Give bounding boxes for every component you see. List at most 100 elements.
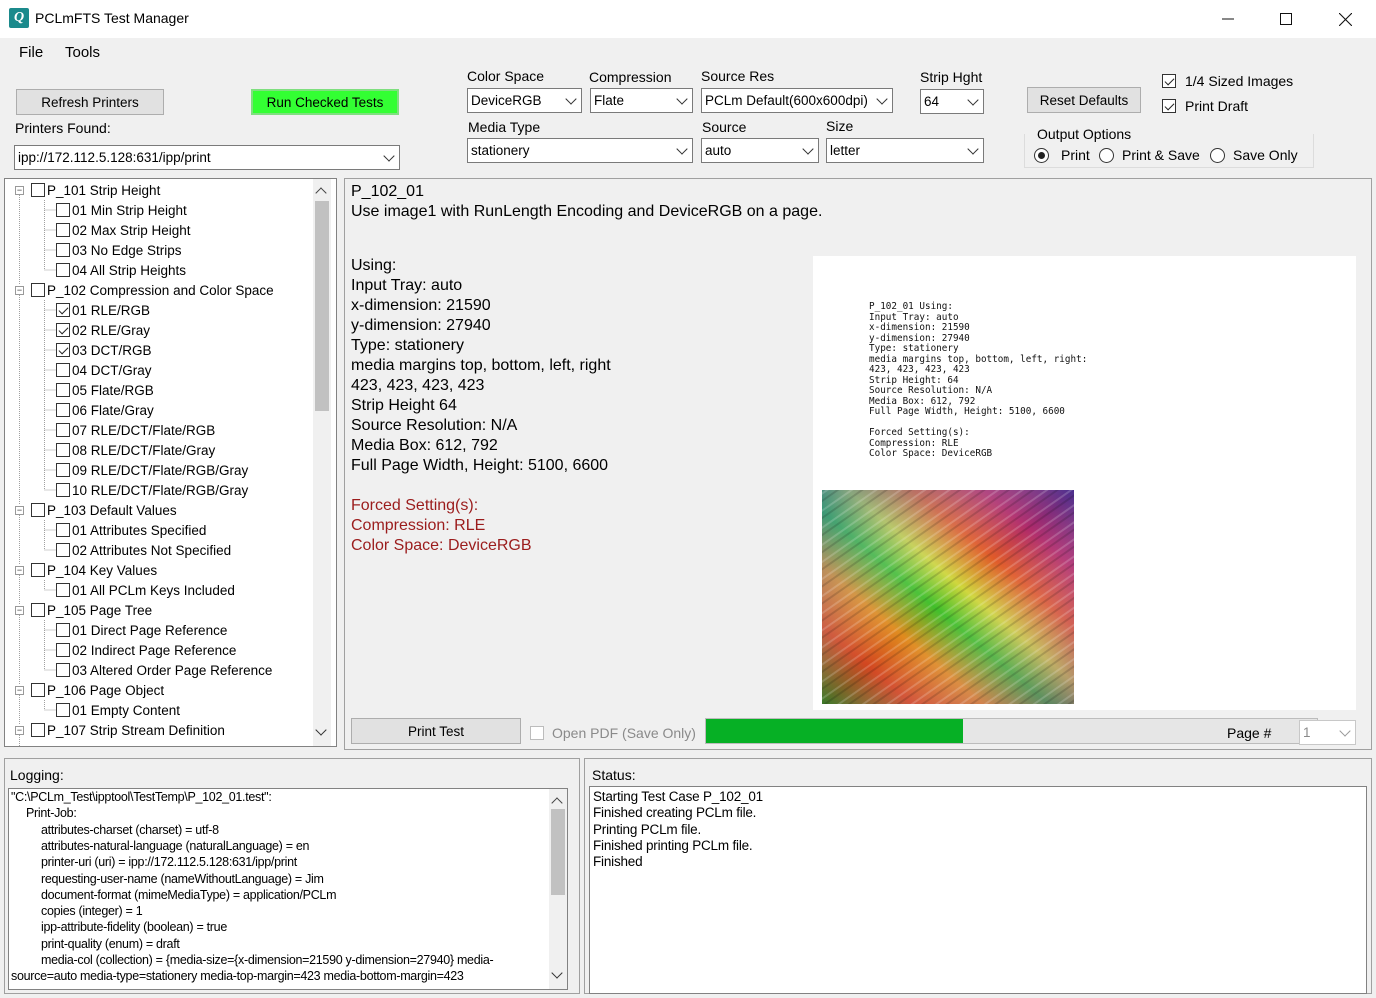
menu-file[interactable]: File [19,44,43,61]
checkbox-icon[interactable] [56,383,70,397]
collapse-icon[interactable]: − [15,685,24,695]
menu-tools[interactable]: Tools [65,44,100,61]
output-save-only-radio[interactable]: Save Only [1210,147,1298,163]
media-type-select[interactable]: stationery [467,138,693,163]
scroll-up-icon[interactable] [315,185,327,199]
checkbox-icon[interactable] [31,603,45,617]
printers-found-label: Printers Found: [15,120,111,136]
checkbox-icon[interactable] [31,683,45,697]
tree-node-label: P_103 Default Values [47,502,177,518]
source-select[interactable]: auto [701,138,819,163]
print-test-button[interactable]: Print Test [351,718,521,744]
tree-group-node[interactable]: − P_103 Default Values [15,500,177,520]
checkbox-icon[interactable] [31,283,45,297]
tree-group-node[interactable]: − P_107 Strip Stream Definition [15,720,225,740]
checkbox-icon[interactable] [56,443,70,457]
tree-test-node[interactable]: 03 Altered Order Page Reference [56,660,272,680]
collapse-icon[interactable]: − [15,185,24,195]
scroll-down-icon[interactable] [551,967,563,979]
output-print-radio[interactable]: Print [1034,147,1090,163]
source-res-select[interactable]: PCLm Default(600x600dpi) [701,88,893,113]
checkbox-checked-icon[interactable] [56,323,70,337]
tree-group-node[interactable]: − P_101 Strip Height [15,180,160,200]
collapse-icon[interactable]: − [15,285,24,295]
checkbox-icon[interactable] [56,203,70,217]
checkbox-icon[interactable] [56,483,70,497]
tree-node-label: 01 All PCLm Keys Included [72,582,235,598]
checkbox-icon[interactable] [56,643,70,657]
collapse-icon[interactable]: − [15,725,24,735]
checkbox-icon[interactable] [56,423,70,437]
tree-test-node[interactable]: 04 DCT/Gray [56,360,152,380]
checkbox-icon[interactable] [56,263,70,277]
collapse-icon[interactable]: − [15,505,24,515]
checkbox-icon[interactable] [56,223,70,237]
close-button[interactable] [1316,0,1374,38]
printer-select[interactable]: ipp://172.112.5.128:631/ipp/print [14,145,400,170]
tree-group-node[interactable]: − P_102 Compression and Color Space [15,280,274,300]
tree-node-label: 04 DCT/Gray [72,362,152,378]
checkbox-icon[interactable] [31,723,45,737]
tree-test-node[interactable]: 03 DCT/RGB [56,340,152,360]
tree-test-node[interactable]: 01 Direct Page Reference [56,620,227,640]
page-number-select[interactable]: 1 [1299,720,1356,745]
tree-test-node[interactable]: 01 Attributes Specified [56,520,206,540]
checkbox-icon[interactable] [31,183,45,197]
tree-group-node[interactable]: − P_104 Key Values [15,560,157,580]
strip-height-select[interactable]: 64 [920,89,984,114]
tree-test-node[interactable]: 02 Indirect Page Reference [56,640,236,660]
checkbox-icon[interactable] [56,363,70,377]
checkbox-checked-icon[interactable] [56,303,70,317]
tree-test-node[interactable]: 04 All Strip Heights [56,260,186,280]
tree-test-node[interactable]: 02 Attributes Not Specified [56,540,231,560]
checkbox-icon[interactable] [31,563,45,577]
minimize-button[interactable] [1199,0,1257,38]
checkbox-icon[interactable] [56,543,70,557]
checkbox-icon[interactable] [56,463,70,477]
print-draft-checkbox[interactable]: Print Draft [1162,98,1248,114]
tree-test-node[interactable]: 01 RLE/RGB [56,300,150,320]
tree-test-node[interactable]: 01 All PCLm Keys Included [56,580,235,600]
collapse-icon[interactable]: − [15,565,24,575]
run-checked-tests-button[interactable]: Run Checked Tests [251,89,399,115]
tree-test-node[interactable]: 10 RLE/DCT/Flate/RGB/Gray [56,480,248,500]
logging-textbox[interactable]: "C:\PCLm_Test\ipptool\TestTemp\P_102_01.… [8,788,568,990]
scroll-down-icon[interactable] [315,724,327,736]
checkbox-icon[interactable] [56,403,70,417]
scroll-up-icon[interactable] [551,795,563,809]
tree-test-node[interactable]: 06 Flate/Gray [56,400,154,420]
tree-test-node[interactable]: 01 Min Strip Height [56,200,187,220]
tree-test-node[interactable]: 03 No Edge Strips [56,240,182,260]
tree-test-node[interactable]: 02 RLE/Gray [56,320,150,340]
checkbox-icon[interactable] [56,703,70,717]
test-tree[interactable]: − P_101 Strip Height 01 Min Strip Height 02… [4,178,337,747]
status-textbox[interactable]: Starting Test Case P_102_01 Finished crea… [589,786,1367,994]
compression-select[interactable]: Flate [590,88,693,113]
checkbox-icon[interactable] [56,243,70,257]
quarter-sized-images-checkbox[interactable]: 1/4 Sized Images [1162,73,1293,89]
checkbox-icon[interactable] [56,623,70,637]
size-select[interactable]: letter [826,138,984,163]
tree-test-node[interactable]: 02 Max Strip Height [56,220,191,240]
refresh-printers-button[interactable]: Refresh Printers [16,89,164,115]
checkbox-checked-icon[interactable] [56,343,70,357]
tree-group-node[interactable]: − P_106 Page Object [15,680,164,700]
tree-group-node[interactable]: − P_105 Page Tree [15,600,152,620]
checkbox-icon[interactable] [56,663,70,677]
checkbox-icon[interactable] [56,523,70,537]
color-space-select[interactable]: DeviceRGB [467,88,582,113]
maximize-button[interactable] [1257,0,1315,38]
open-pdf-checkbox[interactable]: Open PDF (Save Only) [530,725,696,741]
tree-test-node[interactable]: 05 Flate/RGB [56,380,154,400]
tree-test-node[interactable]: 07 RLE/DCT/Flate/RGB [56,420,215,440]
checkbox-icon[interactable] [56,583,70,597]
collapse-icon[interactable]: − [15,605,24,615]
tree-test-node[interactable]: 01 Empty Content [56,700,180,720]
tree-scrollbar-thumb[interactable] [315,201,329,411]
checkbox-icon[interactable] [31,503,45,517]
tree-test-node[interactable]: 09 RLE/DCT/Flate/RGB/Gray [56,460,248,480]
reset-defaults-button[interactable]: Reset Defaults [1027,87,1141,113]
tree-test-node[interactable]: 08 RLE/DCT/Flate/Gray [56,440,215,460]
log-scrollbar-thumb[interactable] [551,809,565,895]
output-print-save-radio[interactable]: Print & Save [1099,147,1200,163]
